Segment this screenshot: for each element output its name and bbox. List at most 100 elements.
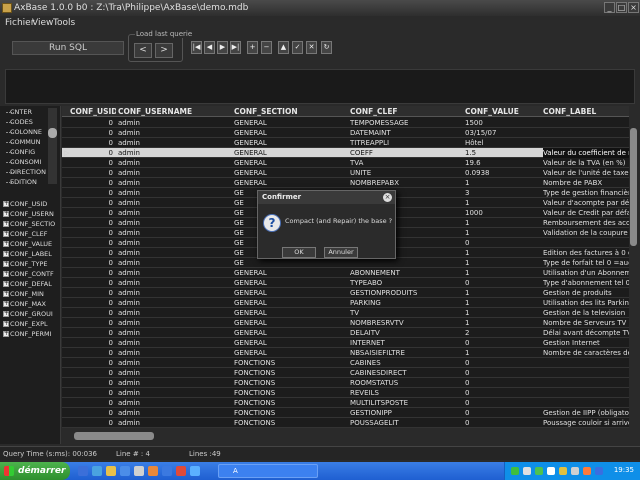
quicklaunch-icon[interactable] — [190, 466, 200, 476]
label-cell[interactable]: Type de forfait tel 0 =aucun; — [543, 258, 629, 268]
label-cell[interactable]: Nombre de PABX — [543, 178, 629, 188]
value-cell[interactable]: 1.5 — [465, 148, 540, 158]
username-cell[interactable]: admin — [118, 118, 232, 128]
table-row[interactable]: 0 admin FONCTIONS GESTIONIPP 0 Gestion de IIP… — [62, 408, 629, 418]
username-cell[interactable]: admin — [118, 378, 232, 388]
tray-icon[interactable] — [571, 467, 579, 475]
quicklaunch-icon[interactable] — [134, 466, 144, 476]
label-cell[interactable]: Valeur de la TVA (en %) — [543, 158, 629, 168]
usid-cell[interactable]: 0 — [70, 328, 116, 338]
section-cell[interactable]: GENERAL — [234, 348, 348, 358]
section-cell[interactable]: FONCTIONS — [234, 368, 348, 378]
clef-cell[interactable]: PARKING — [350, 298, 463, 308]
expand-icon[interactable]: + — [3, 271, 9, 277]
section-cell[interactable]: FONCTIONS — [234, 418, 348, 428]
value-cell[interactable]: 0 — [465, 368, 540, 378]
label-cell[interactable]: Valeur de l'unité de taxe — [543, 168, 629, 178]
value-cell[interactable]: 0 — [465, 378, 540, 388]
usid-cell[interactable]: 0 — [70, 338, 116, 348]
section-cell[interactable]: GENERAL — [234, 118, 348, 128]
expand-icon[interactable]: + — [3, 311, 9, 317]
clef-cell[interactable]: POUSSAGELIT — [350, 418, 463, 428]
dialog-close-icon[interactable]: × — [383, 193, 392, 202]
usid-cell[interactable]: 0 — [70, 288, 116, 298]
value-cell[interactable]: 03/15/07 — [465, 128, 540, 138]
section-cell[interactable]: FONCTIONS — [234, 408, 348, 418]
tray-icon[interactable] — [547, 467, 555, 475]
username-cell[interactable]: admin — [118, 408, 232, 418]
username-cell[interactable]: admin — [118, 178, 232, 188]
tree-scrollbar[interactable] — [48, 108, 57, 184]
quicklaunch-icon[interactable] — [92, 466, 102, 476]
usid-cell[interactable]: 0 — [70, 318, 116, 328]
sql-editor[interactable] — [5, 69, 635, 104]
label-cell[interactable] — [543, 118, 629, 128]
usid-cell[interactable]: 0 — [70, 378, 116, 388]
usid-cell[interactable]: 0 — [70, 298, 116, 308]
expand-icon[interactable]: + — [3, 231, 9, 237]
table-row[interactable]: 0 admin GENERAL ABONNEMENT 1 Utilisation d'un… — [62, 268, 629, 278]
table-row[interactable]: 0 admin GENERAL TEMPOMESSAGE 1500 — [62, 118, 629, 128]
section-cell[interactable]: GENERAL — [234, 278, 348, 288]
menu-fichier[interactable]: Fichier — [5, 18, 34, 28]
value-cell[interactable]: 1 — [465, 348, 540, 358]
value-cell[interactable]: 1 — [465, 178, 540, 188]
expand-icon[interactable]: + — [3, 321, 9, 327]
usid-cell[interactable]: 0 — [70, 358, 116, 368]
table-row[interactable]: 0 admin GENERAL NBSAISIEFILTRE 1 Nombre de ca… — [62, 348, 629, 358]
label-cell[interactable]: Edition des factures à 0 eur — [543, 248, 629, 258]
value-cell[interactable]: 1 — [465, 318, 540, 328]
label-cell[interactable]: Type d'abonnement tel 0 =au — [543, 278, 629, 288]
maximize-icon[interactable]: □ — [616, 2, 627, 13]
value-cell[interactable]: 0 — [465, 278, 540, 288]
clef-cell[interactable]: TYPEABO — [350, 278, 463, 288]
value-cell[interactable]: 0.0938 — [465, 168, 540, 178]
username-cell[interactable]: admin — [118, 328, 232, 338]
username-cell[interactable]: admin — [118, 148, 232, 158]
tray-icon[interactable] — [559, 467, 567, 475]
clef-cell[interactable]: REVEILS — [350, 388, 463, 398]
username-cell[interactable]: admin — [118, 238, 232, 248]
usid-cell[interactable]: 0 — [70, 308, 116, 318]
column-header[interactable]: CONF_VALUE — [465, 106, 540, 117]
expand-icon[interactable]: + — [3, 211, 9, 217]
start-button[interactable]: démarrer — [0, 462, 70, 480]
username-cell[interactable]: admin — [118, 258, 232, 268]
label-cell[interactable]: Valeur de Credit par défaut — [543, 208, 629, 218]
usid-cell[interactable]: 0 — [70, 188, 116, 198]
usid-cell[interactable]: 0 — [70, 408, 116, 418]
first-record-icon[interactable]: |◀ — [191, 41, 202, 54]
usid-cell[interactable]: 0 — [70, 278, 116, 288]
username-cell[interactable]: admin — [118, 208, 232, 218]
clef-cell[interactable]: NBSAISIEFILTRE — [350, 348, 463, 358]
section-cell[interactable]: GENERAL — [234, 138, 348, 148]
prior-record-icon[interactable]: ◀ — [204, 41, 215, 54]
section-cell[interactable]: GENERAL — [234, 148, 348, 158]
clef-cell[interactable]: NOMBRESRVTV — [350, 318, 463, 328]
tray-icon[interactable] — [595, 467, 603, 475]
section-cell[interactable]: GENERAL — [234, 288, 348, 298]
label-cell[interactable]: Gestion de la television — [543, 308, 629, 318]
label-cell[interactable]: Validation de la coupure en f — [543, 228, 629, 238]
usid-cell[interactable]: 0 — [70, 388, 116, 398]
table-row[interactable]: 0 admin GENERAL NOMBRESRVTV 1 Nombre de Serve… — [62, 318, 629, 328]
section-cell[interactable]: GENERAL — [234, 158, 348, 168]
usid-cell[interactable]: 0 — [70, 268, 116, 278]
value-cell[interactable]: 0 — [465, 238, 540, 248]
table-row[interactable]: 0 admin GENERAL INTERNET 0 Gestion Internet — [62, 338, 629, 348]
quicklaunch-icon[interactable] — [106, 466, 116, 476]
prev-query-button[interactable]: < — [134, 43, 152, 58]
table-row[interactable]: 0 admin FONCTIONS POUSSAGELIT 0 Poussage coul… — [62, 418, 629, 428]
value-cell[interactable]: 0 — [465, 408, 540, 418]
label-cell[interactable] — [543, 368, 629, 378]
usid-cell[interactable]: 0 — [70, 418, 116, 428]
clef-cell[interactable]: TV — [350, 308, 463, 318]
username-cell[interactable]: admin — [118, 248, 232, 258]
username-cell[interactable]: admin — [118, 398, 232, 408]
section-cell[interactable]: GENERAL — [234, 128, 348, 138]
table-row[interactable]: 0 admin GENERAL DELAITV 2 Délai avant décompt… — [62, 328, 629, 338]
grid-horizontal-scrollbar[interactable] — [62, 429, 638, 443]
username-cell[interactable]: admin — [118, 348, 232, 358]
username-cell[interactable]: admin — [118, 268, 232, 278]
menu-view[interactable]: View — [32, 18, 53, 28]
